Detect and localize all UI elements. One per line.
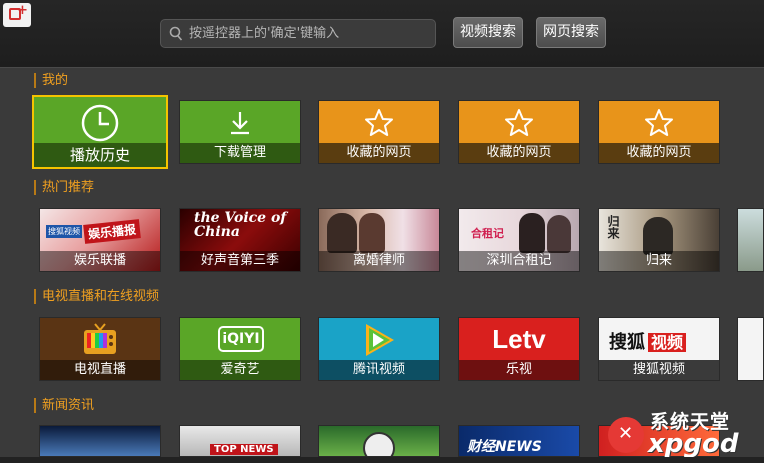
section-title-tv: 电视直播和在线视频 — [34, 289, 159, 304]
search-box[interactable] — [160, 19, 436, 48]
actor-figure — [519, 213, 545, 253]
star-icon — [319, 107, 439, 143]
actor-figure — [327, 213, 357, 253]
section-title-news: 新闻资讯 — [34, 398, 94, 413]
tile-label: 播放历史 — [34, 143, 166, 167]
tile-label: 好声音第三季 — [180, 251, 300, 271]
show-title: 合租记 — [471, 227, 504, 240]
tile-label: 娱乐联播 — [40, 251, 160, 271]
actor-figure — [643, 217, 673, 255]
watermark-line2: xpgod — [648, 429, 739, 459]
tile-divorce-lawyer[interactable]: 离婚律师 — [318, 208, 440, 272]
football-icon — [363, 432, 395, 456]
letv-logo: Letv — [492, 324, 546, 354]
tile-news-1[interactable] — [39, 425, 161, 457]
tile-letv[interactable]: Letv 乐视 — [458, 317, 580, 381]
actress-figure — [547, 215, 571, 253]
plus-icon: + — [17, 3, 28, 18]
tencent-play-icon — [319, 322, 439, 362]
sohu-brand-a: 搜狐 — [609, 332, 645, 353]
show-title: 归来 — [606, 215, 620, 239]
download-icon — [180, 109, 300, 141]
tile-label: 搜狐视频 — [599, 360, 719, 380]
tile-next-partial[interactable] — [737, 317, 764, 381]
tile-iqiyi[interactable]: iQIYI 爱奇艺 — [179, 317, 301, 381]
star-icon — [599, 107, 719, 143]
tile-favorite-page-1[interactable]: 收藏的网页 — [318, 100, 440, 164]
sohu-logo: 搜狐 视频 — [609, 328, 687, 354]
tile-news-4[interactable]: 财经NEWS — [458, 425, 580, 457]
tile-voice-of-china[interactable]: the Voice of China 好声音第三季 — [179, 208, 301, 272]
tile-label: 收藏的网页 — [319, 143, 439, 163]
search-input[interactable] — [189, 22, 429, 45]
sohu-brand-b: 视频 — [648, 333, 687, 352]
actress-figure — [359, 213, 385, 253]
tile-coming-home[interactable]: 归来 归来 — [598, 208, 720, 272]
search-icon — [169, 26, 183, 41]
video-search-button[interactable]: 视频搜索 — [453, 17, 523, 48]
tile-label: 收藏的网页 — [599, 143, 719, 163]
tile-label: 乐视 — [459, 360, 579, 380]
tile-label: 腾讯视频 — [319, 360, 439, 380]
tile-label: 电视直播 — [40, 360, 160, 380]
tile-download-manager[interactable]: 下载管理 — [179, 100, 301, 164]
bottom-strip — [0, 457, 764, 463]
web-search-button[interactable]: 网页搜索 — [536, 17, 606, 48]
tile-label: 爱奇艺 — [180, 360, 300, 380]
tile-label: 离婚律师 — [319, 251, 439, 271]
tile-sohu-video[interactable]: 搜狐 视频 搜狐视频 — [598, 317, 720, 381]
iqiyi-logo: iQIYI — [218, 326, 264, 352]
voice-logo: the Voice of China — [194, 210, 287, 240]
watermark-logo-icon: ✕ — [608, 417, 644, 453]
tile-tencent-video[interactable]: 腾讯视频 — [318, 317, 440, 381]
show-title: 娱乐播报 — [83, 219, 141, 244]
tile-label: 收藏的网页 — [459, 143, 579, 163]
tile-label: 下载管理 — [180, 143, 300, 163]
tile-favorite-page-2[interactable]: 收藏的网页 — [458, 100, 580, 164]
sohu-badge: 搜狐视频 — [46, 225, 82, 238]
news-title: TOP NEWS — [210, 444, 278, 455]
section-title-hot: 热门推荐 — [34, 180, 94, 195]
tile-play-history[interactable]: 播放历史 — [32, 95, 168, 169]
star-icon — [459, 107, 579, 143]
tile-news-3[interactable] — [318, 425, 440, 457]
tile-tv-live[interactable]: 电视直播 — [39, 317, 161, 381]
tile-entertainment[interactable]: 搜狐视频 娱乐播报 娱乐联播 — [39, 208, 161, 272]
clock-icon — [34, 103, 166, 147]
tile-label: 归来 — [599, 251, 719, 271]
add-app-button[interactable]: + — [3, 3, 31, 27]
section-title-mine: 我的 — [34, 73, 68, 88]
tile-shenzhen-roommates[interactable]: 合租记 深圳合租记 — [458, 208, 580, 272]
top-bar: + 视频搜索 网页搜索 — [0, 0, 764, 68]
tile-next-partial[interactable] — [737, 208, 764, 272]
tv-icon — [40, 322, 160, 364]
tile-favorite-page-3[interactable]: 收藏的网页 — [598, 100, 720, 164]
tile-label: 深圳合租记 — [459, 251, 579, 271]
news-title: 财经NEWS — [467, 439, 542, 455]
tile-news-2[interactable]: TOP NEWS — [179, 425, 301, 457]
watermark: ✕ 系统天堂 xpgod — [608, 403, 758, 459]
